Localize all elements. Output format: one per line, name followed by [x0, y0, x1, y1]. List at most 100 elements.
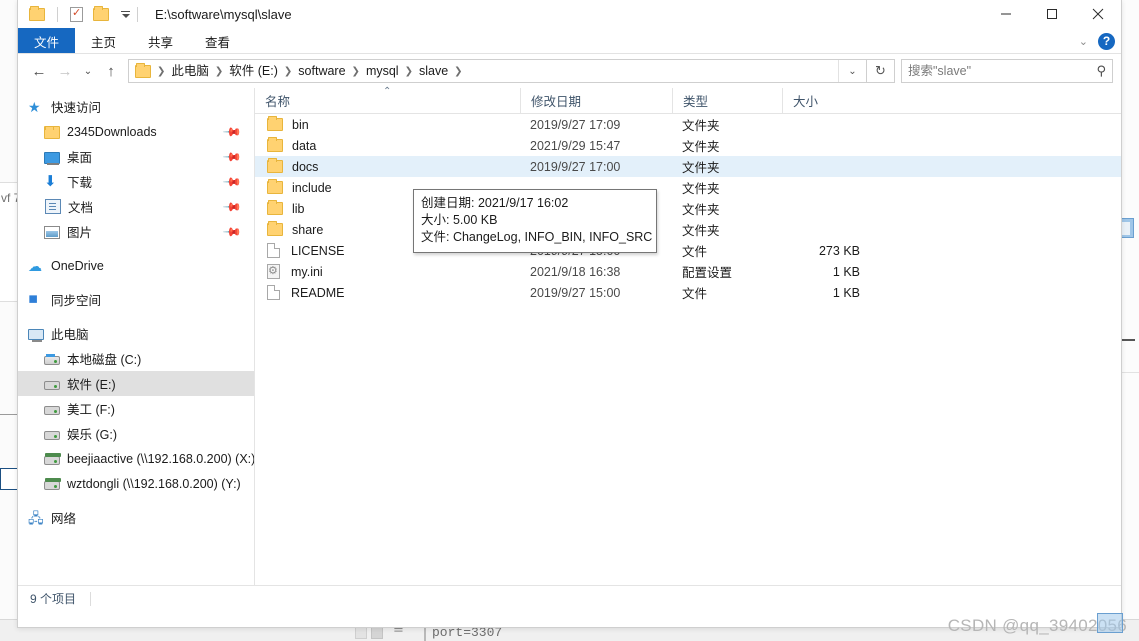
- forward-button[interactable]: →: [52, 58, 78, 84]
- address-bar[interactable]: ❯ 此电脑 ❯ 软件 (E:) ❯ software ❯ mysql ❯ sla…: [128, 59, 867, 83]
- navigation-pane: ★ 快速访问 2345Downloads 📌 桌面 📌 ⬇ 下载 📌 文档 📌 …: [18, 88, 255, 585]
- table-row[interactable]: my.ini 2021/9/18 16:38 配置设置 1 KB: [255, 261, 1121, 282]
- column-header-name[interactable]: 名称 ⌃: [255, 86, 520, 114]
- close-button[interactable]: [1075, 0, 1121, 28]
- file-size: 1 KB: [832, 285, 860, 300]
- sidebar-item-this-pc[interactable]: 此电脑: [18, 321, 254, 346]
- sidebar-item-network[interactable]: 🖧 网络: [18, 505, 254, 530]
- maximize-button[interactable]: [1029, 0, 1075, 28]
- pin-icon[interactable]: 📌: [222, 196, 242, 216]
- breadcrumb-separator: ❯: [283, 65, 293, 77]
- up-button[interactable]: ↑: [98, 58, 124, 84]
- sidebar-item-downloads[interactable]: ⬇ 下载 📌: [18, 169, 254, 194]
- window-body: ★ 快速访问 2345Downloads 📌 桌面 📌 ⬇ 下载 📌 文档 📌 …: [18, 86, 1121, 585]
- sidebar-item-drive-f[interactable]: 美工 (F:): [18, 396, 254, 421]
- file-type: 文件夹: [682, 119, 720, 133]
- table-row[interactable]: include 文件夹: [255, 177, 1121, 198]
- search-input[interactable]: [908, 64, 1097, 78]
- address-folder-icon: [135, 62, 151, 78]
- table-row[interactable]: share 文件夹: [255, 219, 1121, 240]
- sidebar-item-label: 本地磁盘 (C:): [67, 353, 142, 367]
- breadcrumb-item-slave[interactable]: slave: [415, 61, 452, 81]
- sidebar-item-network-drive-y[interactable]: wztdongli (\\192.168.0.200) (Y:): [18, 471, 254, 496]
- this-pc-icon: [28, 328, 44, 342]
- tooltip-files: 文件: ChangeLog, INFO_BIN, INFO_SRC: [421, 230, 653, 244]
- file-icon: [267, 285, 280, 300]
- sidebar-item-drive-g[interactable]: 娱乐 (G:): [18, 421, 254, 446]
- file-type: 配置设置: [682, 266, 733, 280]
- column-header-label: 大小: [793, 95, 819, 109]
- sidebar-item-sync-space[interactable]: ◆ 同步空间: [18, 287, 254, 312]
- column-header-type[interactable]: 类型: [672, 87, 782, 114]
- sidebar-item-label: 同步空间: [51, 294, 102, 308]
- pin-icon[interactable]: 📌: [222, 146, 242, 166]
- sidebar-item-label: OneDrive: [51, 258, 104, 273]
- table-row[interactable]: lib 文件夹: [255, 198, 1121, 219]
- sidebar-item-pictures[interactable]: 图片 📌: [18, 219, 254, 244]
- tab-home[interactable]: 主页: [75, 28, 132, 54]
- sidebar-item-label: beejiaactive (\\192.168.0.200) (X:): [67, 451, 255, 466]
- sidebar-item-label: 2345Downloads: [67, 124, 157, 139]
- column-header-date-modified[interactable]: 修改日期: [520, 87, 672, 114]
- desktop-icon: [44, 151, 60, 165]
- table-row[interactable]: README 2019/9/27 15:00 文件 1 KB: [255, 282, 1121, 303]
- watermark-overlay-artifact: [1097, 613, 1123, 633]
- qat-folder-button[interactable]: [24, 3, 50, 25]
- file-type: 文件: [682, 245, 708, 259]
- sidebar-item-label: 美工 (F:): [67, 403, 115, 417]
- sidebar-item-onedrive[interactable]: ☁ OneDrive: [18, 253, 254, 278]
- file-name: include: [292, 180, 332, 195]
- pin-icon[interactable]: 📌: [222, 171, 242, 191]
- quick-access-toolbar: [18, 3, 145, 25]
- breadcrumb-item-software[interactable]: software: [294, 61, 349, 81]
- sidebar-item-label: 网络: [51, 512, 77, 526]
- back-button[interactable]: ←: [26, 58, 52, 84]
- sidebar-item-drive-e[interactable]: 软件 (E:): [18, 371, 254, 396]
- tab-share[interactable]: 共享: [132, 28, 189, 54]
- file-size: 273 KB: [818, 243, 860, 258]
- search-icon[interactable]: ⚲: [1096, 63, 1106, 79]
- qat-new-folder-button[interactable]: [88, 3, 114, 25]
- file-name-cell: bin: [255, 116, 520, 132]
- sidebar-item-2345downloads[interactable]: 2345Downloads 📌: [18, 119, 254, 144]
- column-header-size[interactable]: 大小: [782, 87, 874, 114]
- minimize-button[interactable]: [983, 0, 1029, 28]
- sidebar-item-network-drive-x[interactable]: beejiaactive (\\192.168.0.200) (X:): [18, 446, 254, 471]
- table-row[interactable]: data 2021/9/29 15:47 文件夹: [255, 135, 1121, 156]
- ini-file-icon: [267, 263, 280, 280]
- sidebar-item-local-disk-c[interactable]: 本地磁盘 (C:): [18, 346, 254, 371]
- file-type: 文件: [682, 287, 708, 301]
- properties-checkmark-icon: [70, 6, 83, 22]
- sidebar-item-documents[interactable]: 文档 📌: [18, 194, 254, 219]
- window-controls: [983, 0, 1121, 28]
- recent-locations-button[interactable]: ⌄: [78, 58, 98, 84]
- pin-icon[interactable]: 📌: [222, 121, 242, 141]
- qat-separator: [57, 6, 58, 22]
- table-row[interactable]: LICENSE 2019/9/27 15:00 文件 273 KB: [255, 240, 1121, 261]
- ribbon-divider: [18, 53, 1121, 54]
- table-row[interactable]: bin 2019/9/27 17:09 文件夹: [255, 114, 1121, 135]
- breadcrumb-item-this-pc[interactable]: 此电脑: [167, 61, 213, 81]
- file-tooltip: 创建日期: 2021/9/17 16:02 大小: 5.00 KB 文件: Ch…: [413, 189, 657, 253]
- pin-icon[interactable]: 📌: [222, 221, 242, 241]
- sidebar-item-label: 下载: [67, 176, 93, 190]
- tab-file[interactable]: 文件: [18, 28, 76, 54]
- search-box[interactable]: ⚲: [901, 59, 1113, 83]
- qat-properties-button[interactable]: [65, 3, 88, 25]
- qat-customize-button[interactable]: [120, 10, 130, 18]
- address-dropdown-button[interactable]: ⌄: [838, 60, 866, 82]
- sidebar-item-desktop[interactable]: 桌面 📌: [18, 144, 254, 169]
- breadcrumb-item-drive-e[interactable]: 软件 (E:): [225, 61, 282, 81]
- file-icon: [267, 243, 280, 258]
- tab-view[interactable]: 查看: [189, 28, 246, 54]
- file-name-cell: docs: [255, 158, 520, 174]
- help-icon[interactable]: ?: [1098, 32, 1115, 50]
- breadcrumb-item-mysql[interactable]: mysql: [362, 61, 403, 81]
- refresh-button[interactable]: ↻: [867, 59, 895, 83]
- sidebar-item-quick-access[interactable]: ★ 快速访问: [18, 94, 254, 119]
- table-row[interactable]: docs 2019/9/27 17:00 文件夹: [255, 156, 1121, 177]
- expand-ribbon-icon[interactable]: ⌄: [1079, 35, 1088, 48]
